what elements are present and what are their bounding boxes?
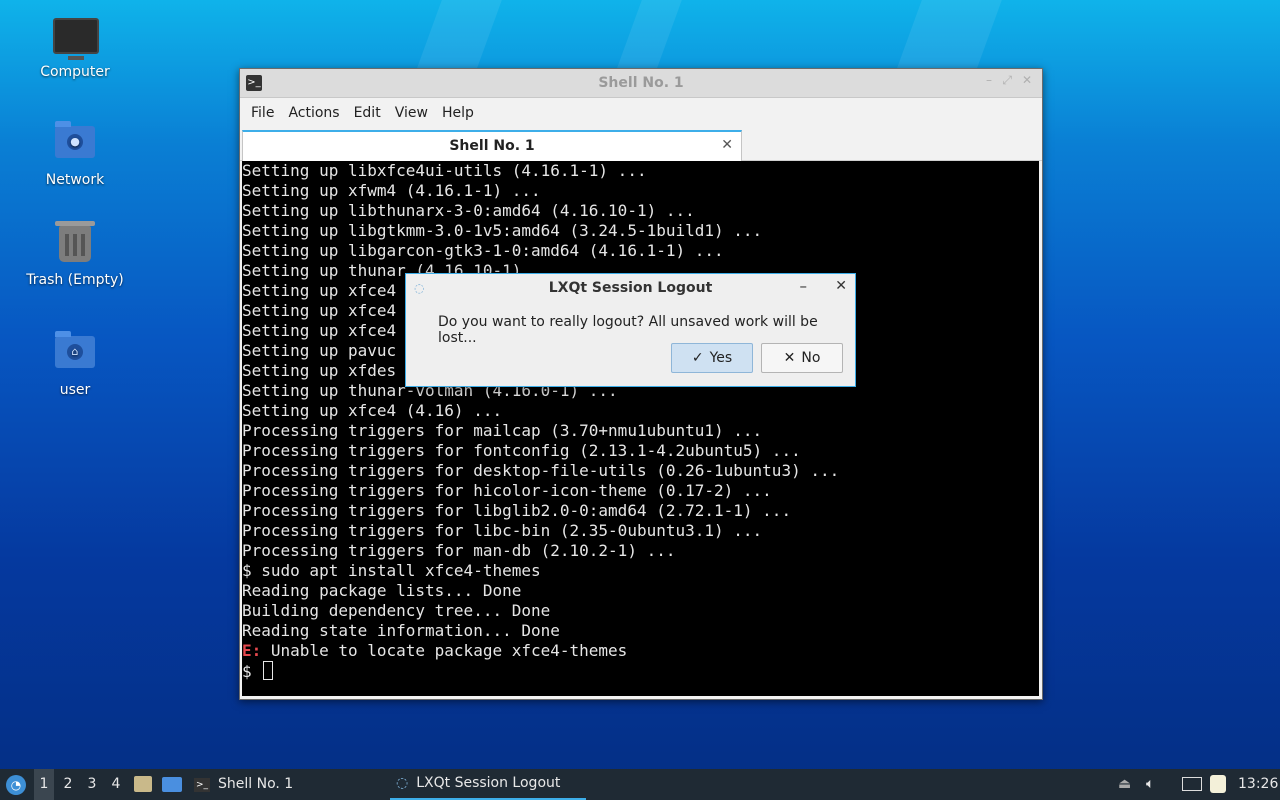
check-icon: ✓ xyxy=(691,350,704,366)
terminal-line: Setting up libgarcon-gtk3-1-0:amd64 (4.1… xyxy=(242,241,724,260)
terminal-line: Processing triggers for man-db (2.10.2-1… xyxy=(242,541,676,560)
terminal-line: $ sudo apt install xfce4-themes xyxy=(242,561,541,580)
desktop-switch-2[interactable]: 2 xyxy=(58,769,78,800)
no-button[interactable]: ✕ No xyxy=(761,343,843,373)
window-title: Shell No. 1 xyxy=(598,75,684,91)
error-text: Unable to locate package xfce4-themes xyxy=(261,641,628,660)
home-folder-icon: ⌂ xyxy=(53,331,97,376)
yes-button[interactable]: ✓ Yes xyxy=(671,343,753,373)
show-desktop-icon[interactable] xyxy=(162,777,182,792)
lxqt-task-icon: ◌ xyxy=(396,775,409,791)
desktop-icon-label: Network xyxy=(45,172,105,188)
network-folder-icon: ● xyxy=(53,121,97,166)
computer-icon xyxy=(53,18,99,60)
error-prefix: E: xyxy=(242,641,262,660)
terminal-line: Setting up libgtkmm-3.0-1v5:amd64 (3.24.… xyxy=(242,221,763,240)
task-shell[interactable]: >_ Shell No. 1 xyxy=(194,769,293,800)
terminal-line: Processing triggers for libglib2.0-0:amd… xyxy=(242,501,792,520)
trash-icon xyxy=(53,221,97,266)
terminal-line: Processing triggers for desktop-file-uti… xyxy=(242,461,840,480)
terminal-line: Building dependency tree... Done xyxy=(242,601,551,620)
menu-file[interactable]: File xyxy=(244,105,281,121)
tab-shell-1[interactable]: Shell No. 1 ✕ xyxy=(242,130,742,162)
menu-help[interactable]: Help xyxy=(435,105,481,121)
terminal-task-icon: >_ xyxy=(194,777,210,792)
yes-label: Yes xyxy=(709,350,733,366)
terminal-line: Setting up libxfce4ui-utils (4.16.1-1) .… xyxy=(242,161,647,180)
menu-actions[interactable]: Actions xyxy=(281,105,346,121)
menu-edit[interactable]: Edit xyxy=(347,105,388,121)
desktop-icon-label: user xyxy=(59,382,91,398)
terminal-line: Processing triggers for hicolor-icon-the… xyxy=(242,481,772,500)
clipboard-icon[interactable] xyxy=(1210,775,1226,793)
terminal-line: Processing triggers for libc-bin (2.35-0… xyxy=(242,521,763,540)
no-label: No xyxy=(801,350,821,366)
desktop-icon-trash[interactable]: Trash (Empty) xyxy=(20,221,130,288)
desktop-icon-label: Trash (Empty) xyxy=(26,272,124,288)
desktop-icon-network[interactable]: ● Network xyxy=(20,121,130,188)
tab-label: Shell No. 1 xyxy=(449,138,535,154)
minimize-icon[interactable]: – xyxy=(986,73,992,87)
prompt: $ xyxy=(242,662,262,681)
desktop-icon-label: Computer xyxy=(40,64,110,80)
logout-dialog[interactable]: ◌ LXQt Session Logout – ✕ Do you want to… xyxy=(405,273,856,387)
dialog-titlebar[interactable]: ◌ LXQt Session Logout – ✕ xyxy=(406,274,855,302)
terminal-error-line: E: Unable to locate package xfce4-themes xyxy=(242,641,1039,661)
terminal-titlebar[interactable]: >_ Shell No. 1 – ⤢ ✕ xyxy=(240,69,1042,98)
tab-close-icon[interactable]: ✕ xyxy=(721,137,733,153)
dialog-message: Do you want to really logout? All unsave… xyxy=(438,314,818,346)
dialog-minimize-icon[interactable]: – xyxy=(800,277,808,295)
cursor xyxy=(263,661,274,680)
terminal-output[interactable]: Setting up libxfce4ui-utils (4.16.1-1) .… xyxy=(242,161,1039,696)
menubar: File Actions Edit View Help xyxy=(240,98,1042,128)
terminal-line: Processing triggers for fontconfig (2.13… xyxy=(242,441,801,460)
desktop-switch-3[interactable]: 3 xyxy=(82,769,102,800)
desktop-icon-user[interactable]: ⌂ user xyxy=(20,331,130,398)
close-icon[interactable]: ✕ xyxy=(1022,73,1032,87)
terminal-line: Reading state information... Done xyxy=(242,621,560,640)
network-icon[interactable] xyxy=(1182,777,1202,791)
terminal-line: Setting up xfce4 (4.16) ... xyxy=(242,401,503,420)
terminal-line: Setting up libthunarx-3-0:amd64 (4.16.10… xyxy=(242,201,695,220)
task-logout[interactable]: ◌ LXQt Session Logout xyxy=(390,769,586,800)
desktop-switch-4[interactable]: 4 xyxy=(106,769,126,800)
start-menu-icon[interactable]: ◔ xyxy=(6,775,26,795)
task-label: LXQt Session Logout xyxy=(416,775,561,791)
terminal-line: Processing triggers for mailcap (3.70+nm… xyxy=(242,421,763,440)
terminal-line: Setting up xfwm4 (4.16.1-1) ... xyxy=(242,181,541,200)
desktop-icon-computer[interactable]: Computer xyxy=(20,18,130,80)
cross-icon: ✕ xyxy=(783,350,796,366)
terminal-line: Reading package lists... Done xyxy=(242,581,522,600)
terminal-prompt-line[interactable]: $ xyxy=(242,661,1039,681)
dialog-close-icon[interactable]: ✕ xyxy=(835,278,847,294)
task-label: Shell No. 1 xyxy=(218,776,294,792)
menu-view[interactable]: View xyxy=(388,105,435,121)
volume-icon[interactable]: 🔈︎ xyxy=(1146,769,1154,800)
desktop-switch-1[interactable]: 1 xyxy=(34,769,54,800)
maximize-icon[interactable]: ⤢ xyxy=(1002,73,1012,88)
taskbar: ◔ 1 2 3 4 >_ Shell No. 1 ◌ LXQt Session … xyxy=(0,769,1280,800)
file-manager-icon[interactable] xyxy=(134,776,152,792)
dialog-title: LXQt Session Logout xyxy=(548,280,713,296)
eject-icon[interactable]: ⏏ xyxy=(1118,769,1131,800)
tab-bar: Shell No. 1 ✕ xyxy=(240,128,1042,162)
clock[interactable]: 13:26 xyxy=(1238,769,1278,800)
